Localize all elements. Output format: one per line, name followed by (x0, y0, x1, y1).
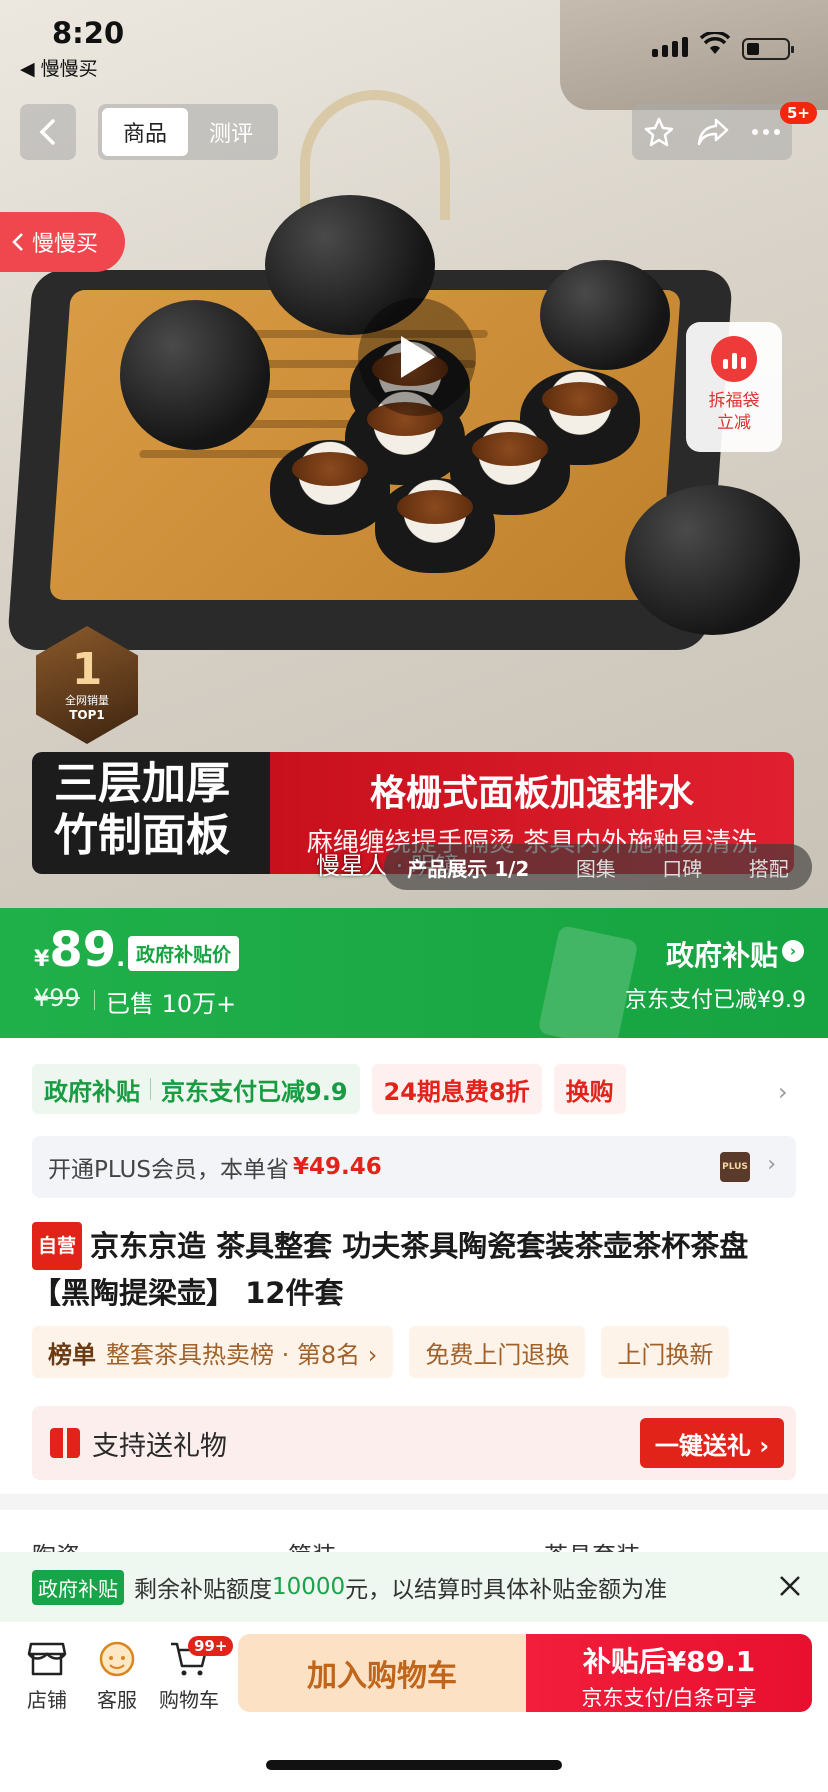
gallery-tab-match[interactable]: 搭配 (749, 853, 789, 882)
notice-amount: 10000 (272, 1574, 346, 1600)
gift-row[interactable]: 支持送礼物 一键送礼 › (32, 1406, 796, 1480)
gallery-tab-reputation[interactable]: 口碑 (662, 853, 702, 882)
slow-buy-label: 慢慢买 (32, 232, 99, 257)
cart-label: 购物车 (159, 1688, 219, 1712)
tab-product[interactable]: 商品 (102, 108, 188, 156)
plus-text: 开通PLUS会员，本单省 (48, 1157, 289, 1183)
banner-right-title: 格栅式面板加速排水 (369, 773, 694, 814)
rank-text: 整套茶具热卖榜 · 第8名 › (106, 1340, 378, 1369)
service-label: 客服 (97, 1688, 137, 1712)
store-label: 店铺 (27, 1688, 67, 1712)
tea-cup (270, 440, 390, 535)
header-tabs: 商品 测评 (98, 104, 278, 160)
gift-text: 支持送礼物 (92, 1430, 227, 1462)
tab-review[interactable]: 测评 (188, 108, 274, 156)
self-operated-tag: 自营 (32, 1222, 83, 1270)
product-title-text: 京东京造 茶具整套 功夫茶具陶瓷套装茶壶茶杯茶盘【黑陶提梁壶】 12件套 (32, 1229, 749, 1310)
gallery-tab-album[interactable]: 图集 (576, 853, 616, 882)
rank-chip[interactable]: 榜单 整套茶具热卖榜 · 第8名 › (32, 1326, 394, 1378)
share-icon[interactable] (696, 117, 730, 147)
top1-line2: TOP1 (69, 708, 105, 722)
exchange-chip[interactable]: 换购 (553, 1064, 626, 1114)
gov-subsidy-link[interactable]: 政府补贴 (666, 934, 778, 974)
chevron-right-icon: › (767, 1152, 776, 1177)
section-divider (0, 1494, 828, 1510)
plus-savings: ¥49.46 (292, 1154, 382, 1180)
tea-canister (625, 485, 800, 635)
ticket-icon (537, 924, 639, 1050)
header-actions (632, 104, 792, 160)
installment-chip[interactable]: 24期息费8折 (371, 1064, 542, 1114)
buy-payment-line: 京东支付/白条可享 (581, 1686, 757, 1710)
chevron-left-icon (39, 119, 55, 145)
product-gallery[interactable]: 8:20 ◀ 慢慢买 商品 测评 5+ 慢慢买 拆福袋 立减 1 全网销量 TO… (0, 0, 828, 908)
gov-subsidy-detail: 京东支付已减¥9.9 (625, 988, 806, 1013)
chevron-right-icon[interactable]: › (778, 1078, 788, 1106)
top1-rank: 1 (71, 644, 103, 695)
play-icon (401, 336, 435, 378)
chevron-left-icon (12, 233, 23, 251)
plus-logo-icon: PLUS (720, 1152, 750, 1182)
subsidy-notice: 政府补贴 剩余补贴额度 10000 元，以结算时具体补贴金额为准 (0, 1552, 828, 1622)
promo-row[interactable]: 政府补贴 京东支付已减9.9 24期息费8折 换购 (32, 1064, 802, 1114)
store-button[interactable]: 店铺 (14, 1640, 80, 1713)
door-replace-chip[interactable]: 上门换新 (601, 1326, 730, 1378)
signal-icon (652, 37, 688, 57)
gov-chip-label: 政府补贴 (44, 1077, 140, 1106)
service-row: 榜单 整套茶具热卖榜 · 第8名 › 免费上门退换 上门换新 (32, 1326, 828, 1378)
price-bar: ¥ 89 .1 政府补贴价 ¥99 已售 10万+ 政府补贴 › 京东支付已减¥… (0, 908, 828, 1050)
battery-icon (742, 38, 794, 60)
gallery-tab-product[interactable]: 产品展示 1/2 (407, 853, 529, 882)
notice-text-post: 元，以结算时具体补贴金额为准 (345, 1577, 668, 1603)
chevron-right-icon: › (782, 940, 804, 962)
back-button[interactable] (20, 104, 76, 160)
strainer (540, 260, 670, 370)
close-icon[interactable] (776, 1572, 804, 1600)
slow-buy-button[interactable]: 慢慢买 (0, 212, 125, 272)
tea-cup (375, 478, 495, 573)
more-icon[interactable] (751, 128, 781, 136)
gift-icon (50, 1428, 80, 1458)
play-video-button[interactable] (358, 298, 476, 416)
buy-now-button[interactable]: 补贴后¥89.1 京东支付/白条可享 (526, 1634, 812, 1712)
gov-chip-detail: 京东支付已减9.9 (161, 1077, 348, 1106)
store-icon (27, 1642, 67, 1676)
star-icon[interactable] (643, 116, 675, 148)
free-return-chip[interactable]: 免费上门退换 (409, 1326, 586, 1378)
notice-tag: 政府补贴 (32, 1569, 124, 1605)
rank-label: 榜单 (48, 1340, 96, 1369)
pitcher (120, 300, 270, 450)
add-to-cart-button[interactable]: 加入购物车 (238, 1634, 526, 1712)
price-integer: 89 (49, 922, 117, 978)
lucky-bag-button[interactable]: 拆福袋 立减 (686, 322, 782, 452)
gov-price-tag: 政府补贴价 (128, 936, 240, 971)
original-price: ¥99 (34, 984, 80, 1012)
product-page: 8:20 ◀ 慢慢买 商品 测评 5+ 慢慢买 拆福袋 立减 1 全网销量 TO… (0, 0, 828, 1792)
clock: 8:20 (52, 16, 125, 50)
lucky-bag-icon (711, 336, 757, 382)
lucky-bag-label: 拆福袋 立减 (708, 391, 760, 433)
cart-count-badge: 99+ (188, 1636, 234, 1656)
buy-price-line: 补贴后¥89.1 (582, 1645, 756, 1678)
wifi-icon (700, 32, 730, 54)
status-bar: 8:20 ◀ 慢慢买 (0, 0, 828, 90)
plus-member-row[interactable]: 开通PLUS会员，本单省 ¥49.46 PLUS › (32, 1136, 796, 1198)
product-title: 自营 京东京造 茶具整套 功夫茶具陶瓷套装茶壶茶杯茶盘【黑陶提梁壶】 12件套 (32, 1222, 802, 1316)
current-price: ¥ 89 .1 (34, 922, 142, 978)
price-currency: ¥ (34, 947, 50, 972)
home-indicator[interactable] (266, 1760, 562, 1770)
service-button[interactable]: 客服 (84, 1640, 150, 1713)
sold-count: 已售 10万+ (93, 984, 236, 1019)
customer-service-icon (99, 1641, 135, 1677)
top1-line1: 全网销量 (65, 694, 109, 707)
notice-text-pre: 剩余补贴额度 (134, 1577, 272, 1603)
gov-subsidy-chip[interactable]: 政府补贴 京东支付已减9.9 (32, 1064, 360, 1114)
send-gift-button[interactable]: 一键送礼 › (640, 1418, 784, 1468)
message-badge: 5+ (780, 102, 818, 124)
gallery-tabs: 产品展示 1/2 图集 口碑 搭配 (384, 844, 812, 890)
banner-left-text: 三层加厚 竹制面板 (32, 752, 270, 874)
back-to-app[interactable]: ◀ 慢慢买 (20, 54, 98, 81)
